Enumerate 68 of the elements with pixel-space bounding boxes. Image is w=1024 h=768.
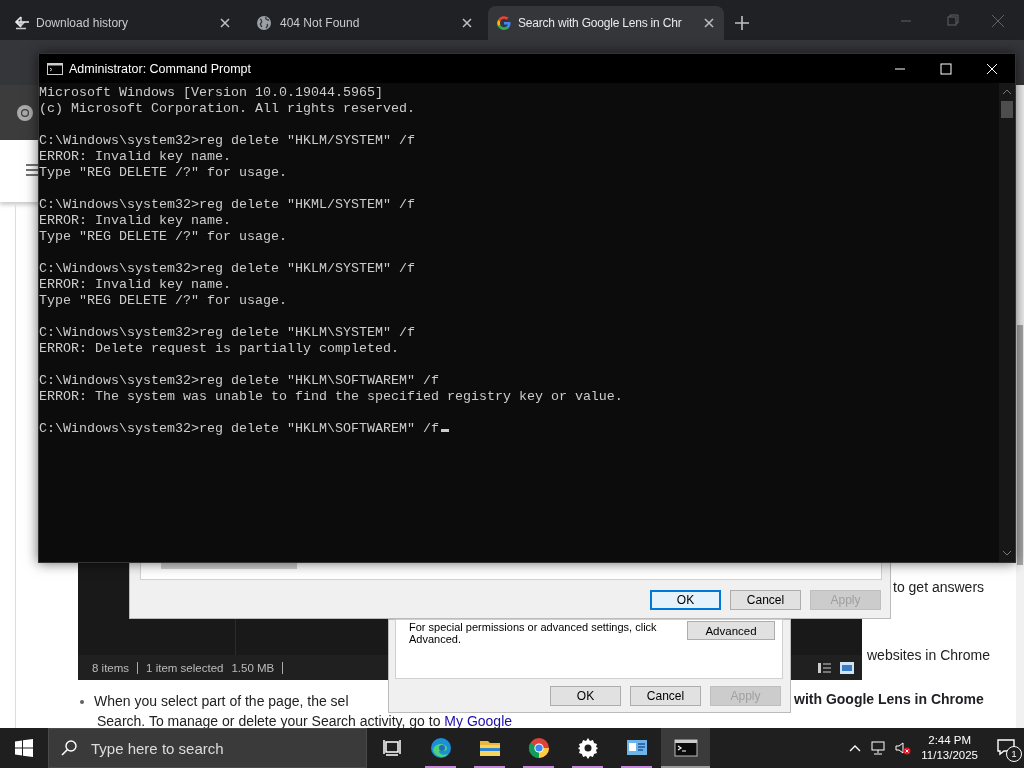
search-field[interactable]: Type here to search [91,739,341,757]
bullet-icon [80,699,84,704]
advanced-button[interactable]: Advanced [687,621,775,640]
my-google-link[interactable]: My Google [444,713,513,729]
console-line: C:\Windows\system32>reg delete "HKLM/SYSTEM" /f [39,133,416,149]
console-line: C:\Windows\system32>reg delete "HKML/SYSTEM" /f [39,197,416,213]
close-icon[interactable] [218,16,232,30]
console-line: Microsoft Windows [Version 10.0.19044.5965] [39,85,384,101]
browser-tab[interactable]: Search with Google Lens in Chr [488,6,724,40]
globe-icon [256,15,272,31]
console-line: ERROR: Invalid key name. [39,213,232,229]
window-title: Administrator: Command Prompt [69,61,251,76]
notification-button[interactable]: 1 [996,737,1018,759]
dialog-button[interactable]: Cancel [730,590,801,610]
page-heading: with Google Lens in Chrome [794,691,984,708]
browser-tab[interactable]: 404 Not Found [246,6,484,40]
search-icon [61,740,77,756]
browser-tab[interactable]: Download history [4,6,242,40]
console-line: C:\Windows\system32>reg delete "HKLM\SOFTWAREM" /f [39,421,623,437]
dialog-note: For special permissions or advanced settings, click Advanced. [409,621,658,645]
muted-speaker-icon[interactable] [895,740,912,756]
scroll-up-icon[interactable] [1003,89,1011,95]
status-text: 8 items [92,661,139,674]
google-icon [496,15,512,31]
chrome-icon[interactable] [16,104,34,122]
scroll-down-icon[interactable] [1003,550,1011,556]
edge-icon [428,736,453,760]
clock[interactable]: 2:44 PM 11/13/2025 [921,733,978,763]
message-icon [996,737,1016,757]
console-icon [47,62,63,75]
page-text: to get answers [893,579,985,596]
scrollbar[interactable] [999,83,1015,562]
taskbar-app[interactable] [661,728,710,768]
chrome-icon [526,736,551,760]
new-tab-icon[interactable] [734,15,750,31]
console-line: ERROR: Invalid key name. [39,149,232,165]
clock-date: 11/13/2025 [921,748,978,763]
console-line: C:\Windows\system32>reg delete "HKLM/SYSTEM" /f [39,261,416,277]
console-line: ERROR: Delete request is partially completed. [39,341,400,357]
back-arrow-icon[interactable] [14,14,30,30]
clock-time: 2:44 PM [928,733,972,748]
view-mode-icon[interactable] [818,662,854,674]
status-text: 1 item selected [146,661,225,674]
windows-logo-icon [15,739,33,757]
download-icon [14,16,28,30]
notification-count: 1 [1006,746,1022,762]
page-text: websites in Chrome [867,647,990,664]
close-icon[interactable] [702,16,716,30]
dialog-button[interactable]: Cancel [630,686,701,706]
taskbar-search[interactable]: Type here to search [48,728,367,768]
console-line: Type "REG DELETE /?" for usage. [39,165,288,181]
console-line: Type "REG DELETE /?" for usage. [39,229,288,245]
menu-icon[interactable] [26,164,40,176]
console-line: ERROR: The system was unable to find the specified registry key or value. [39,389,623,405]
console-line: C:\Windows\system32>reg delete "HKLM\SOFTWAREM" /f [39,373,440,389]
scrollbar-thumb[interactable] [1017,325,1023,565]
dialog-button[interactable]: OK [650,590,721,610]
status-text: 1.50 MB [231,661,284,674]
console-line: Type "REG DELETE /?" for usage. [39,293,288,309]
console-line: ERROR: Invalid key name. [39,277,232,293]
console-line: C:\Windows\system32>reg delete "HKLM\SYSTEM" /f [39,325,416,341]
close-icon[interactable] [460,16,474,30]
console-line: (c) Microsoft Corporation. All rights reserved. [39,101,416,117]
scrollbar-thumb[interactable] [1001,101,1013,118]
network-icon[interactable] [871,740,888,756]
dialog-button[interactable]: OK [550,686,621,706]
bullet-text: When you select part of the page, the sel [94,693,349,710]
terminal-icon [673,736,698,760]
